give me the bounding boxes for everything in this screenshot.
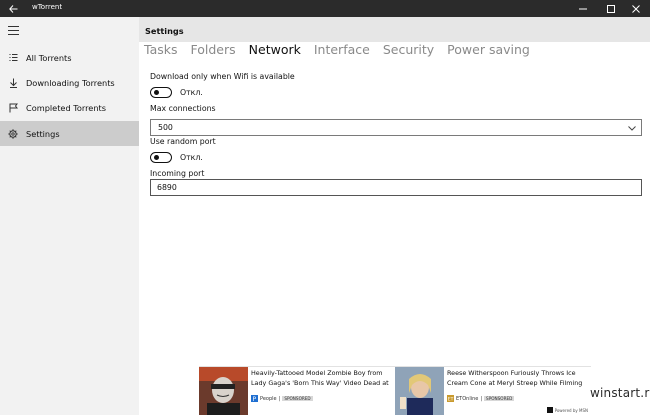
tab-tasks[interactable]: Tasks	[144, 43, 178, 59]
people-logo-icon: P	[251, 395, 258, 402]
watermark: winstart.ru	[590, 386, 650, 400]
max-connections-label: Max connections	[150, 104, 216, 113]
wifi-only-label: Download only when Wifi is available	[150, 72, 295, 81]
ad-meta: ET ETOnline | SPONSORED	[447, 395, 515, 402]
msn-logo-icon	[546, 407, 553, 413]
minimize-button[interactable]	[569, 0, 597, 17]
incoming-port-label: Incoming port	[150, 169, 205, 178]
close-icon	[632, 4, 640, 13]
svg-text:P: P	[253, 396, 257, 402]
ad-meta: P People | SPONSORED	[251, 395, 313, 402]
settings-tabs: Tasks Folders Network Interface Security…	[144, 43, 530, 59]
max-connections-select[interactable]: 500	[150, 119, 642, 136]
sidebar-item-completed-torrents[interactable]: Completed Torrents	[0, 95, 139, 120]
list-icon	[9, 54, 17, 61]
back-button[interactable]	[0, 0, 26, 17]
back-arrow-icon	[8, 4, 17, 13]
tab-folders[interactable]: Folders	[191, 43, 236, 59]
sidebar-item-label: Settings	[26, 128, 60, 139]
ad-separator: |	[278, 395, 281, 402]
ad-banner: Heavily-Tattooed Model Zombie Boy from L…	[199, 366, 591, 415]
incoming-port-input[interactable]	[150, 179, 642, 196]
ad-source: People	[260, 395, 277, 402]
powered-by-text: Powered by MSN	[554, 407, 588, 413]
sidebar-item-label: Downloading Torrents	[26, 77, 115, 88]
wifi-only-state: Откл.	[180, 88, 203, 97]
random-port-label: Use random port	[150, 137, 216, 146]
download-arrow-icon	[9, 78, 17, 88]
sidebar-item-label: Completed Torrents	[26, 102, 106, 113]
page-title: Settings	[145, 26, 184, 36]
flag-icon	[9, 103, 18, 112]
close-button[interactable]	[622, 0, 650, 17]
sidebar: All Torrents Downloading Torrents Comple…	[0, 17, 139, 415]
toggle-knob	[154, 90, 159, 95]
ad-thumbnail	[199, 367, 248, 415]
tab-security[interactable]: Security	[383, 43, 434, 59]
maximize-button[interactable]	[597, 0, 625, 17]
sidebar-item-downloading-torrents[interactable]: Downloading Torrents	[0, 70, 139, 95]
random-port-toggle[interactable]	[150, 152, 172, 163]
ad-headline: Reese Witherspoon Furiously Throws Ice C…	[447, 369, 583, 387]
tab-interface[interactable]: Interface	[314, 43, 370, 59]
svg-text:ET: ET	[448, 397, 454, 402]
wifi-only-toggle[interactable]	[150, 87, 172, 98]
ad-headline: Heavily-Tattooed Model Zombie Boy from L…	[251, 369, 389, 387]
sidebar-item-settings[interactable]: Settings	[0, 121, 139, 146]
ad-thumbnail	[395, 367, 444, 415]
ad-item[interactable]: Heavily-Tattooed Model Zombie Boy from L…	[199, 367, 395, 415]
ad-separator: |	[480, 395, 483, 402]
tab-power-saving[interactable]: Power saving	[447, 43, 530, 59]
window-title: wTorrent	[32, 3, 63, 11]
tab-network[interactable]: Network	[249, 43, 301, 59]
gear-icon	[8, 128, 18, 139]
chevron-down-icon	[628, 126, 636, 131]
sidebar-item-all-torrents[interactable]: All Torrents	[0, 45, 139, 70]
etonline-logo-icon: ET	[447, 395, 454, 402]
ad-source: ETOnline	[456, 395, 479, 402]
page-header: Settings	[139, 17, 650, 42]
hamburger-menu-icon[interactable]	[8, 26, 19, 35]
maximize-icon	[607, 4, 615, 13]
random-port-state: Откл.	[180, 153, 203, 162]
minimize-icon	[579, 8, 587, 9]
title-bar: wTorrent	[0, 0, 650, 17]
sponsored-badge: SPONSORED	[282, 396, 313, 401]
toggle-knob	[154, 155, 159, 160]
powered-by-msn[interactable]: Powered by MSN	[546, 407, 588, 413]
sidebar-item-label: All Torrents	[26, 52, 72, 63]
sponsored-badge: SPONSORED	[484, 396, 515, 401]
max-connections-value: 500	[158, 123, 173, 132]
